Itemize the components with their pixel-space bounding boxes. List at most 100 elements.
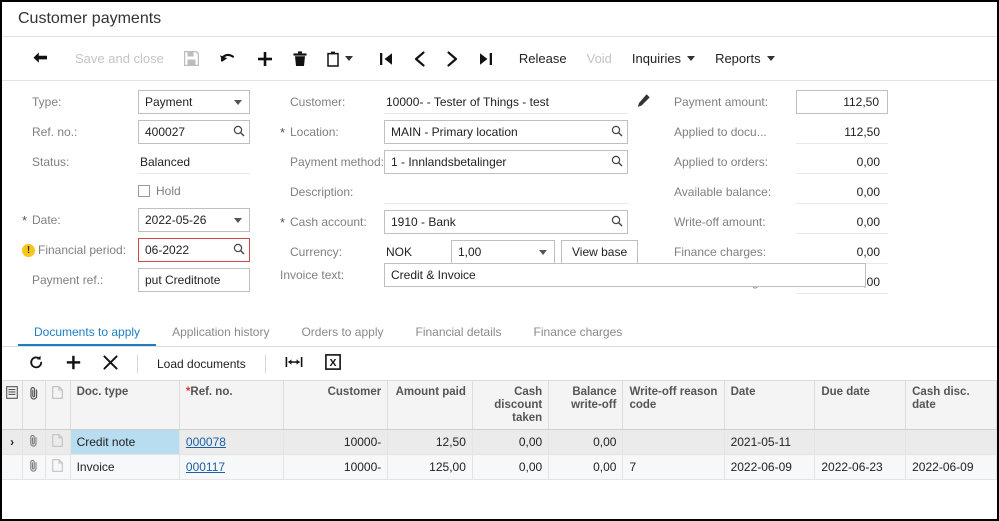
undo-button[interactable] bbox=[209, 44, 247, 74]
date-picker[interactable]: 2022-05-26 bbox=[138, 208, 250, 232]
paperclip-icon bbox=[28, 434, 39, 450]
currency-rate-dropdown[interactable]: 1,00 bbox=[451, 240, 555, 264]
cell-write-off-reason-code[interactable] bbox=[622, 429, 725, 455]
payment-amount-input[interactable]: 112,50 bbox=[796, 90, 888, 114]
payment-method-input[interactable]: 1 - Innlandsbetalinger bbox=[384, 150, 628, 174]
reports-menu[interactable]: Reports bbox=[705, 44, 785, 74]
load-documents-button[interactable]: Load documents bbox=[146, 351, 257, 377]
ref-no-input[interactable]: 400027 bbox=[138, 120, 250, 144]
col-header-doc-type[interactable]: Doc. type bbox=[70, 381, 180, 430]
row-selector[interactable]: › bbox=[2, 429, 24, 455]
ref-no-link[interactable]: 000078 bbox=[186, 435, 226, 449]
tab-documents-to-apply[interactable]: Documents to apply bbox=[18, 325, 157, 346]
cash-account-input[interactable]: 1910 - Bank bbox=[384, 210, 628, 234]
row-selector[interactable] bbox=[2, 454, 24, 480]
col-label: Customer bbox=[327, 386, 382, 398]
void-button[interactable]: Void bbox=[577, 44, 622, 74]
save-disk-icon bbox=[183, 51, 199, 66]
grid-add-row-button[interactable] bbox=[55, 351, 92, 377]
cell-customer[interactable]: 10000- bbox=[283, 429, 389, 455]
grid-refresh-button[interactable] bbox=[18, 351, 55, 377]
cell-ref-no[interactable]: 000078 bbox=[179, 429, 285, 455]
ref-no-link[interactable]: 000117 bbox=[186, 460, 225, 474]
cell-cash-disc-date[interactable] bbox=[905, 429, 997, 455]
row-file-cell[interactable] bbox=[45, 429, 71, 455]
clipboard-menu-button[interactable] bbox=[317, 44, 363, 74]
type-dropdown[interactable]: Payment bbox=[138, 90, 250, 114]
col-header-attachment[interactable] bbox=[22, 381, 46, 430]
cell-amount-paid[interactable]: 125,00 bbox=[387, 454, 473, 480]
cell-due-date[interactable] bbox=[814, 429, 907, 455]
col-header-customer[interactable]: Customer bbox=[283, 381, 389, 430]
currency-code-box[interactable]: NOK bbox=[384, 240, 445, 264]
previous-record-button[interactable] bbox=[404, 44, 436, 74]
inquiries-menu[interactable]: Inquiries bbox=[622, 44, 705, 74]
last-record-button[interactable] bbox=[468, 44, 503, 74]
financial-period-input[interactable]: 06-2022 bbox=[138, 238, 250, 262]
col-header-notes[interactable] bbox=[2, 381, 24, 430]
fit-columns-button[interactable] bbox=[274, 351, 314, 377]
cell-cash-discount-taken[interactable]: 0,00 bbox=[472, 454, 550, 480]
delete-record-button[interactable] bbox=[283, 44, 317, 74]
magnifier-icon[interactable] bbox=[233, 125, 245, 140]
cell-date[interactable]: 2021-05-11 bbox=[724, 429, 816, 455]
col-header-write-off-reason-code[interactable]: Write-off reason code bbox=[622, 381, 725, 430]
tab-orders-to-apply[interactable]: Orders to apply bbox=[285, 325, 399, 346]
magnifier-icon[interactable] bbox=[611, 125, 623, 140]
col-header-cash-discount-taken[interactable]: Cash discount taken bbox=[472, 381, 550, 430]
cell-customer[interactable]: 10000- bbox=[283, 454, 389, 480]
save-and-close-button[interactable]: Save and close bbox=[65, 44, 174, 74]
col-header-cash-disc-date[interactable]: Cash disc. date bbox=[905, 381, 997, 430]
hold-checkbox[interactable] bbox=[138, 185, 150, 197]
description-value-box[interactable] bbox=[384, 180, 628, 204]
cell-doc-type[interactable]: Credit note bbox=[70, 429, 180, 455]
cell-write-off-reason-code[interactable]: 7 bbox=[622, 454, 725, 480]
field-status: Status: Balanced bbox=[22, 149, 262, 175]
col-header-balance-write-off[interactable]: Balance write-off bbox=[548, 381, 624, 430]
col-header-ref-no[interactable]: *Ref. no. bbox=[179, 381, 285, 430]
cell-due-date[interactable]: 2022-06-23 bbox=[814, 454, 907, 480]
row-attachment-cell[interactable] bbox=[22, 429, 46, 455]
col-header-amount-paid[interactable]: Amount paid bbox=[387, 381, 473, 430]
cell-date[interactable]: 2022-06-09 bbox=[724, 454, 816, 480]
back-button[interactable] bbox=[22, 44, 59, 74]
next-record-button[interactable] bbox=[436, 44, 468, 74]
cell-balance-write-off[interactable]: 0,00 bbox=[548, 429, 624, 455]
magnifier-icon[interactable] bbox=[611, 215, 623, 230]
magnifier-icon[interactable] bbox=[611, 155, 623, 170]
view-base-button[interactable]: View base bbox=[561, 240, 639, 264]
void-label: Void bbox=[586, 51, 612, 66]
cell-cash-discount-taken[interactable]: 0,00 bbox=[472, 429, 550, 455]
tab-financial-details[interactable]: Financial details bbox=[400, 325, 518, 346]
save-button[interactable] bbox=[174, 44, 209, 74]
tab-application-history[interactable]: Application history bbox=[156, 325, 285, 346]
field-payment-method: Payment method: 1 - Innlandsbetalinger bbox=[280, 149, 670, 175]
tab-finance-charges[interactable]: Finance charges bbox=[518, 325, 639, 346]
table-row[interactable]: Invoice 000117 10000- 125,00 0,00 0,00 7… bbox=[2, 454, 997, 480]
edit-pencil-icon[interactable] bbox=[636, 93, 651, 111]
first-record-button[interactable] bbox=[369, 44, 404, 74]
payment-ref-input[interactable]: put Creditnote bbox=[138, 268, 250, 292]
export-to-excel-button[interactable]: X bbox=[314, 351, 352, 377]
col-header-due-date[interactable]: Due date bbox=[814, 381, 907, 430]
row-file-cell[interactable] bbox=[45, 454, 71, 480]
field-applied-to-documents-label: Applied to docu... bbox=[674, 125, 767, 139]
grid-header-row: Doc. type *Ref. no. Customer Amount paid… bbox=[2, 381, 997, 430]
cell-amount-paid[interactable]: 12,50 bbox=[387, 429, 473, 455]
cell-ref-no[interactable]: 000117 bbox=[179, 454, 285, 480]
row-attachment-cell[interactable] bbox=[22, 454, 46, 480]
location-input[interactable]: MAIN - Primary location bbox=[384, 120, 628, 144]
release-button[interactable]: Release bbox=[509, 44, 577, 74]
chevron-down-icon bbox=[234, 217, 242, 223]
col-header-date[interactable]: Date bbox=[724, 381, 816, 430]
magnifier-icon[interactable] bbox=[233, 243, 245, 258]
grid-delete-row-button[interactable] bbox=[92, 351, 129, 377]
required-marker: * bbox=[280, 124, 286, 140]
invoice-text-input[interactable]: Credit & Invoice bbox=[384, 263, 866, 287]
cell-balance-write-off[interactable]: 0,00 bbox=[548, 454, 624, 480]
add-record-button[interactable] bbox=[247, 44, 283, 74]
cell-cash-disc-date[interactable]: 2022-06-09 bbox=[905, 454, 997, 480]
cell-doc-type[interactable]: Invoice bbox=[70, 454, 180, 480]
col-header-files[interactable] bbox=[45, 381, 71, 430]
table-row[interactable]: › Credit note 000078 10000- 12,50 0,00 0… bbox=[2, 429, 997, 455]
